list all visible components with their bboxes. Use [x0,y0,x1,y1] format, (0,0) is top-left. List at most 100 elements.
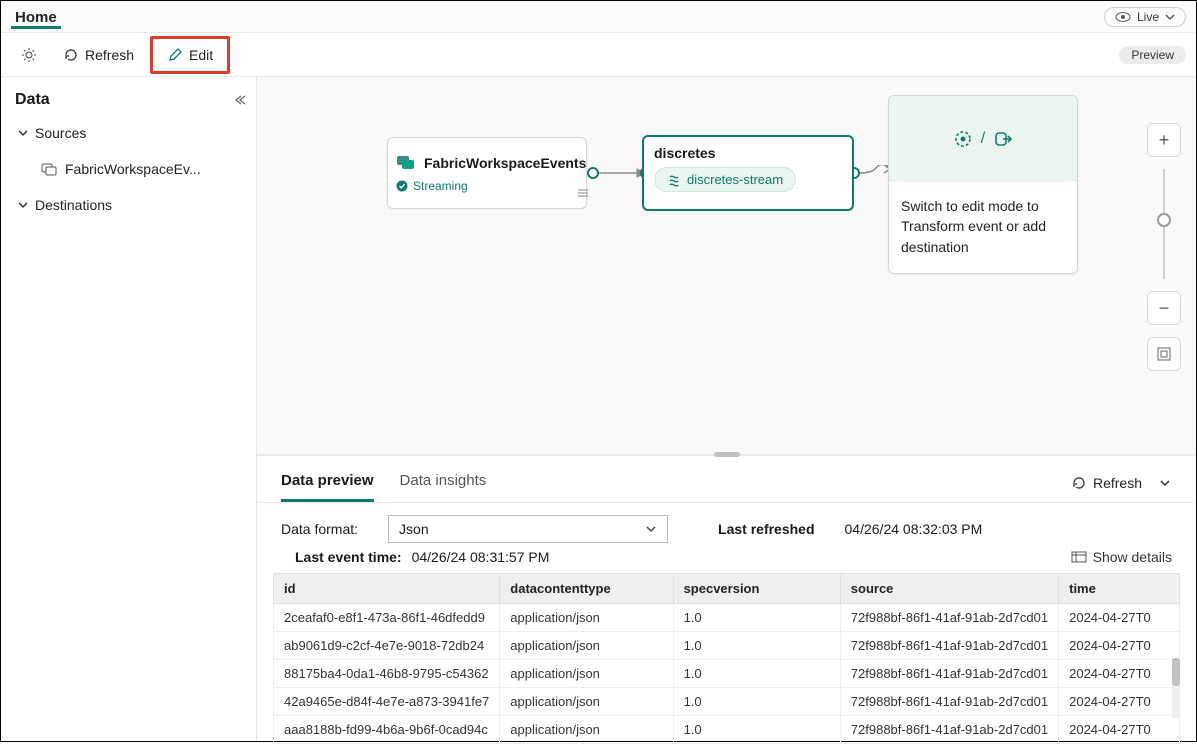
cell-time: 2024-04-27T0 [1059,632,1180,660]
sidebar-section-destinations[interactable]: Destinations [15,191,246,219]
cell-id: aaa8188b-fd99-4b6a-9b6f-0cad94c [274,716,500,744]
panel-refresh-label: Refresh [1093,475,1142,491]
format-select[interactable]: Json [388,515,668,543]
panel-tab-row: Data preview Data insights Refresh [257,456,1196,503]
col-specversion[interactable]: specversion [673,574,840,604]
source-status-label: Streaming [413,179,468,193]
transform-icon [953,129,973,149]
sidebar-title: Data [15,91,50,109]
node-menu-button[interactable] [576,187,590,202]
cell-datacontenttype: application/json [500,716,673,744]
chevron-down-icon[interactable] [1158,476,1172,490]
cell-time: 2024-04-27T0 [1059,716,1180,744]
col-source[interactable]: source [840,574,1058,604]
chevron-down-icon [645,523,657,535]
last-refreshed-label: Last refreshed [718,521,814,537]
sidebar-item-source[interactable]: FabricWorkspaceEv... [15,157,246,181]
zoom-in-button[interactable]: + [1147,123,1181,157]
cell-source: 72f988bf-86f1-41af-91ab-2d7cd01 [840,632,1058,660]
cell-specversion: 1.0 [673,660,840,688]
cell-datacontenttype: application/json [500,660,673,688]
cell-specversion: 1.0 [673,688,840,716]
fit-icon [1156,346,1172,362]
col-id[interactable]: id [274,574,500,604]
last-refreshed-value: 04/26/24 08:32:03 PM [845,521,983,537]
output-icon [993,129,1013,149]
stream-pill-label: discretes-stream [687,172,783,187]
eye-icon [1115,11,1131,23]
check-circle-icon [396,180,408,192]
panel-right-actions: Refresh [1067,473,1172,493]
chevron-down-icon [17,127,29,139]
zoom-controls: + − [1144,123,1184,371]
panel-resize-handle[interactable] [714,452,740,457]
cell-time: 2024-04-27T0 [1059,660,1180,688]
source-node[interactable]: FabricWorkspaceEvents Streaming [387,137,587,209]
stream-title: discretes [654,145,842,161]
details-icon [1071,551,1087,563]
collapse-icon[interactable] [232,93,246,107]
sidebar: Data Sources FabricWorkspaceEv... Destin… [1,77,257,741]
edit-button[interactable]: Edit [157,41,223,69]
cell-id: 2ceafaf0-e8f1-473a-86f1-46dfedd9 [274,604,500,632]
panel-meta-row1: Data format: Json Last refreshed 04/26/2… [257,503,1196,549]
sidebar-section-sources[interactable]: Sources [15,119,246,147]
cell-id: 88175ba4-0da1-46b8-9795-c54362 [274,660,500,688]
stream-pill[interactable]: discretes-stream [654,167,796,192]
menu-icon [576,187,590,199]
last-event-label: Last event time: [295,549,402,565]
app-root: Home Live Refresh Edit Preview [0,0,1197,742]
edit-icon [167,47,183,63]
refresh-button[interactable]: Refresh [53,41,144,69]
table-row[interactable]: aaa8188b-fd99-4b6a-9b6f-0cad94capplicati… [274,716,1180,744]
cell-datacontenttype: application/json [500,688,673,716]
live-label: Live [1137,10,1159,24]
zoom-slider[interactable] [1163,169,1165,279]
tab-data-insights[interactable]: Data insights [400,464,487,502]
refresh-icon [63,47,79,63]
fit-screen-button[interactable] [1147,337,1181,371]
zoom-thumb[interactable] [1157,213,1171,227]
cell-source: 72f988bf-86f1-41af-91ab-2d7cd01 [840,660,1058,688]
cell-specversion: 1.0 [673,716,840,744]
cell-time: 2024-04-27T0 [1059,604,1180,632]
tab-home[interactable]: Home [11,5,61,29]
cell-specversion: 1.0 [673,604,840,632]
refresh-icon [1071,475,1087,491]
sidebar-item-label: FabricWorkspaceEv... [65,161,201,177]
toolbar-left: Refresh Edit [11,36,230,74]
format-value: Json [399,521,429,537]
table-row[interactable]: 88175ba4-0da1-46b8-9795-c54362applicatio… [274,660,1180,688]
scroll-thumb[interactable] [1172,658,1180,686]
table-row[interactable]: 42a9465e-d84f-4e7e-a873-3941fe7applicati… [274,688,1180,716]
cell-source: 72f988bf-86f1-41af-91ab-2d7cd01 [840,604,1058,632]
format-label: Data format: [281,521,358,537]
header-bar: Home Live [1,1,1196,33]
cell-id: ab9061d9-c2cf-4e7e-9018-72db24 [274,632,500,660]
body: Data Sources FabricWorkspaceEv... Destin… [1,77,1196,741]
cell-source: 72f988bf-86f1-41af-91ab-2d7cd01 [840,716,1058,744]
live-mode-dropdown[interactable]: Live [1104,7,1186,27]
canvas-column: FabricWorkspaceEvents Streaming discrete… [257,77,1196,741]
table-row[interactable]: ab9061d9-c2cf-4e7e-9018-72db24applicatio… [274,632,1180,660]
pipeline-canvas[interactable]: FabricWorkspaceEvents Streaming discrete… [257,77,1196,455]
last-event-value: 04/26/24 08:31:57 PM [412,549,550,565]
table-row[interactable]: 2ceafaf0-e8f1-473a-86f1-46dfedd9applicat… [274,604,1180,632]
col-time[interactable]: time [1059,574,1180,604]
destination-node[interactable]: / Switch to edit mode to Transform event… [888,95,1078,274]
stream-node[interactable]: discretes discretes-stream [642,135,854,211]
sidebar-header: Data [15,91,246,109]
data-panel: Data preview Data insights Refresh Data … [257,455,1196,741]
show-details-button[interactable]: Show details [1071,549,1172,565]
sidebar-section-label: Destinations [35,197,112,213]
zoom-out-button[interactable]: − [1147,291,1181,325]
col-datacontenttype[interactable]: datacontenttype [500,574,673,604]
source-title: FabricWorkspaceEvents [424,155,586,171]
panel-meta-row2: Last event time: 04/26/24 08:31:57 PM Sh… [257,549,1196,573]
tab-data-preview[interactable]: Data preview [281,464,374,502]
table-scrollbar[interactable] [1172,658,1180,718]
workspace-icon [41,162,57,176]
cell-specversion: 1.0 [673,632,840,660]
panel-refresh-button[interactable]: Refresh [1067,473,1146,493]
settings-button[interactable] [11,41,47,69]
